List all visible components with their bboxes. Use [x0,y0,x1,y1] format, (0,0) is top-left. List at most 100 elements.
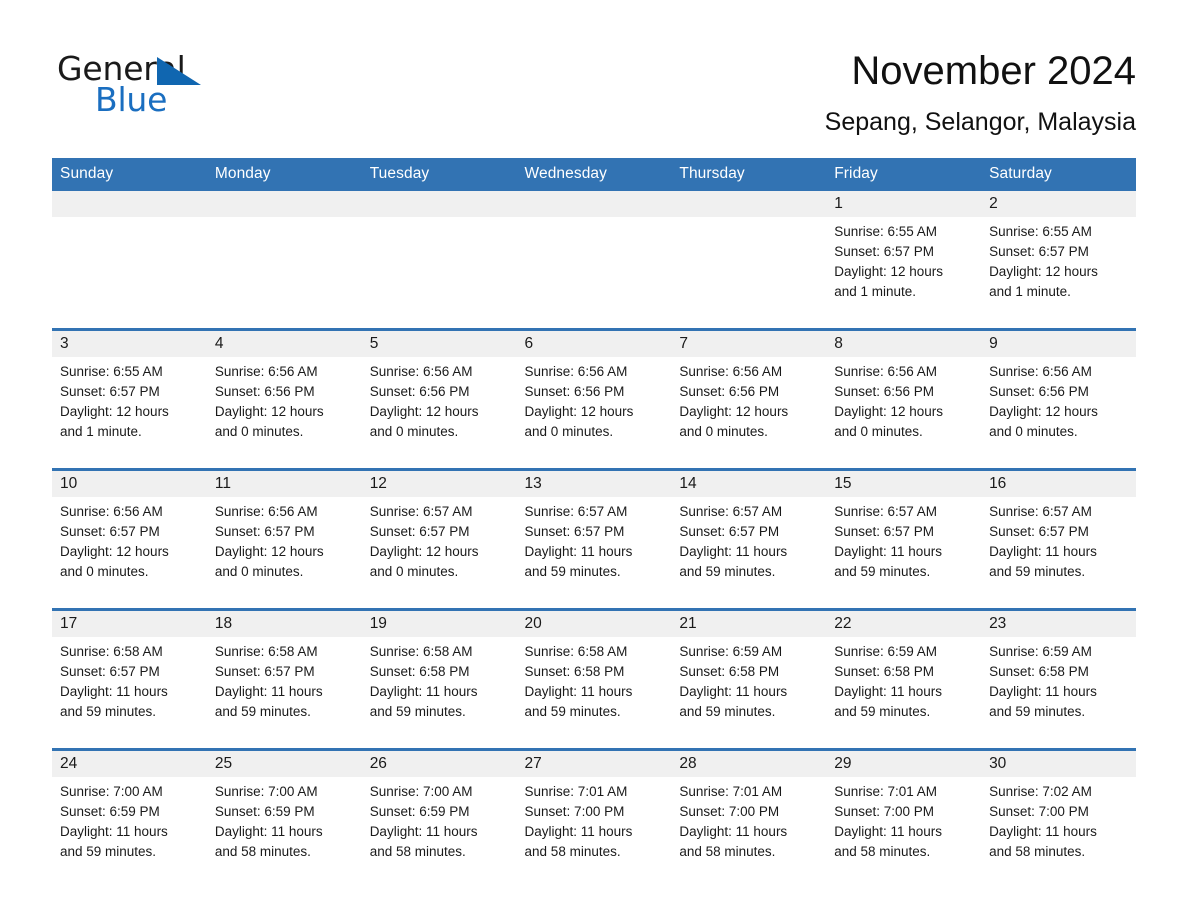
logo-text-blue: Blue [95,80,168,119]
daylight-line-1: Daylight: 12 hours [369,404,479,419]
sunset-line: Sunset: 6:58 PM [369,664,470,679]
daylight-line-1: Daylight: 12 hours [834,404,944,419]
day-detail-cell[interactable]: Sunrise: 7:00 AM Sunset: 6:59 PM Dayligh… [206,777,362,888]
day-detail-cell[interactable]: Sunrise: 6:55 AM Sunset: 6:57 PM Dayligh… [826,217,982,328]
sunrise-line: Sunrise: 6:56 AM [679,364,783,379]
calendar-body: 1 2 Sunrise: 6:55 AM Sunset: 6:57 PM Day… [52,191,1136,888]
day-detail-cell[interactable]: Sunrise: 7:01 AM Sunset: 7:00 PM Dayligh… [671,777,827,888]
sunrise-line: Sunrise: 7:01 AM [524,784,628,799]
day-detail-cell[interactable]: Sunrise: 6:57 AM Sunset: 6:57 PM Dayligh… [826,497,982,608]
day-number-cell[interactable]: 22 [826,611,982,637]
day-detail-cell[interactable]: Sunrise: 6:56 AM Sunset: 6:57 PM Dayligh… [206,497,362,608]
day-detail-cell[interactable]: Sunrise: 6:56 AM Sunset: 6:56 PM Dayligh… [826,357,982,468]
day-number-cell[interactable]: 14 [671,471,827,497]
day-detail-cell[interactable]: Sunrise: 7:00 AM Sunset: 6:59 PM Dayligh… [361,777,517,888]
sunrise-line: Sunrise: 7:00 AM [214,784,318,799]
general-blue-logo[interactable]: General Blue [57,52,357,122]
day-detail-cell[interactable]: Sunrise: 6:57 AM Sunset: 6:57 PM Dayligh… [671,497,827,608]
day-number-cell[interactable]: 17 [52,611,207,637]
day-detail-cell[interactable]: Sunrise: 6:58 AM Sunset: 6:57 PM Dayligh… [206,637,362,748]
day-detail-cell[interactable]: Sunrise: 6:58 AM Sunset: 6:58 PM Dayligh… [516,637,672,748]
daylight-line-2: and 59 minutes. [214,704,311,719]
day-detail-cell[interactable]: Sunrise: 6:59 AM Sunset: 6:58 PM Dayligh… [981,637,1136,748]
day-detail-cell[interactable]: Sunrise: 6:59 AM Sunset: 6:58 PM Dayligh… [826,637,982,748]
day-number-cell[interactable]: 3 [52,331,207,357]
day-detail-cell[interactable] [206,217,362,328]
sunset-line: Sunset: 6:57 PM [989,524,1089,539]
day-number-cell[interactable] [516,191,672,217]
day-detail-cell[interactable]: Sunrise: 6:57 AM Sunset: 6:57 PM Dayligh… [516,497,672,608]
day-number-cell[interactable]: 21 [671,611,827,637]
day-detail-cell[interactable]: Sunrise: 6:58 AM Sunset: 6:58 PM Dayligh… [361,637,517,748]
day-detail-cell[interactable]: Sunrise: 6:58 AM Sunset: 6:57 PM Dayligh… [52,637,207,748]
day-number-cell[interactable]: 19 [361,611,517,637]
calendar-page: General Blue November 2024 Sepang, Selan… [0,0,1188,918]
day-number-cell[interactable]: 7 [671,331,827,357]
day-number-cell[interactable] [52,191,207,217]
day-number-cell[interactable]: 18 [206,611,362,637]
sunrise-line: Sunrise: 6:58 AM [369,644,473,659]
day-detail-cell[interactable]: Sunrise: 6:56 AM Sunset: 6:56 PM Dayligh… [361,357,517,468]
day-detail-cell[interactable]: Sunrise: 6:59 AM Sunset: 6:58 PM Dayligh… [671,637,827,748]
day-number-cell[interactable]: 12 [361,471,517,497]
sunset-line: Sunset: 6:56 PM [524,384,625,399]
day-number-cell[interactable]: 13 [516,471,672,497]
day-number-cell[interactable] [206,191,362,217]
day-detail-cell[interactable]: Sunrise: 7:01 AM Sunset: 7:00 PM Dayligh… [516,777,672,888]
daylight-line-1: Daylight: 11 hours [679,684,788,699]
day-number-cell[interactable]: 1 [826,191,982,217]
day-number-cell[interactable]: 20 [516,611,672,637]
sunset-line: Sunset: 6:58 PM [834,664,935,679]
day-number-cell[interactable]: 4 [206,331,362,357]
day-number-cell[interactable]: 11 [206,471,362,497]
day-detail-cell[interactable]: Sunrise: 6:56 AM Sunset: 6:56 PM Dayligh… [671,357,827,468]
sunrise-line: Sunrise: 6:59 AM [989,644,1092,659]
day-number-cell[interactable]: 25 [206,751,362,777]
day-detail-cell[interactable]: Sunrise: 7:00 AM Sunset: 6:59 PM Dayligh… [52,777,207,888]
day-detail-cell[interactable]: Sunrise: 6:56 AM Sunset: 6:56 PM Dayligh… [516,357,672,468]
day-number-cell[interactable]: 28 [671,751,827,777]
day-number-cell[interactable]: 9 [981,331,1136,357]
day-number-cell[interactable]: 16 [981,471,1136,497]
sunrise-line: Sunrise: 6:57 AM [524,504,628,519]
day-number-cell[interactable]: 6 [516,331,672,357]
day-number-cell[interactable]: 10 [52,471,207,497]
day-number-cell[interactable]: 23 [981,611,1136,637]
day-number-cell[interactable]: 5 [361,331,517,357]
day-number-cell[interactable]: 15 [826,471,982,497]
day-number-cell[interactable]: 2 [981,191,1136,217]
day-detail-cell[interactable]: Sunrise: 7:01 AM Sunset: 7:00 PM Dayligh… [826,777,982,888]
day-detail-cell[interactable]: Sunrise: 6:57 AM Sunset: 6:57 PM Dayligh… [981,497,1136,608]
day-number-cell[interactable]: 26 [361,751,517,777]
day-detail-cell[interactable]: Sunrise: 7:02 AM Sunset: 7:00 PM Dayligh… [981,777,1136,888]
daylight-line-2: and 0 minutes. [679,424,768,439]
day-number-cell[interactable] [361,191,517,217]
week-daynum-row: 17 18 19 20 21 22 23 [52,611,1136,637]
sunset-line: Sunset: 6:57 PM [369,524,470,539]
daylight-line-2: and 1 minute. [834,284,917,299]
day-detail-cell[interactable] [52,217,207,328]
sunrise-line: Sunrise: 6:56 AM [369,364,473,379]
day-number-cell[interactable]: 29 [826,751,982,777]
day-detail-cell[interactable] [516,217,672,328]
day-detail-cell[interactable] [361,217,517,328]
day-detail-cell[interactable]: Sunrise: 6:56 AM Sunset: 6:57 PM Dayligh… [52,497,207,608]
calendar-table: Sunday Monday Tuesday Wednesday Thursday… [52,158,1136,888]
day-detail-cell[interactable]: Sunrise: 6:56 AM Sunset: 6:56 PM Dayligh… [981,357,1136,468]
daylight-line-2: and 59 minutes. [679,564,776,579]
day-detail-cell[interactable]: Sunrise: 6:56 AM Sunset: 6:56 PM Dayligh… [206,357,362,468]
sunset-line: Sunset: 6:57 PM [989,244,1089,259]
day-number-cell[interactable]: 24 [52,751,207,777]
day-number-cell[interactable]: 27 [516,751,672,777]
sunset-line: Sunset: 6:56 PM [214,384,315,399]
day-detail-cell[interactable] [671,217,827,328]
day-number-cell[interactable] [671,191,827,217]
day-detail-cell[interactable]: Sunrise: 6:55 AM Sunset: 6:57 PM Dayligh… [981,217,1136,328]
daylight-line-2: and 0 minutes. [369,564,459,579]
daylight-line-2: and 59 minutes. [834,704,931,719]
day-number-cell[interactable]: 30 [981,751,1136,777]
sunrise-line: Sunrise: 6:58 AM [214,644,318,659]
day-detail-cell[interactable]: Sunrise: 6:57 AM Sunset: 6:57 PM Dayligh… [361,497,517,608]
day-number-cell[interactable]: 8 [826,331,982,357]
day-detail-cell[interactable]: Sunrise: 6:55 AM Sunset: 6:57 PM Dayligh… [52,357,207,468]
